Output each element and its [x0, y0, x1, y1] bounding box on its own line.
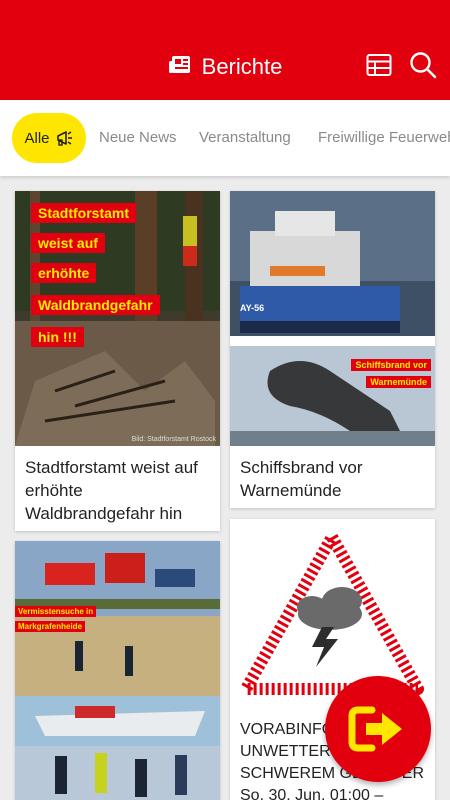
news-card-caption-4: So. 30. Jun. 01:00 –: [240, 787, 384, 800]
image-credit: Bild: Stadtforstamt Rostock: [131, 436, 216, 443]
category-tabs: Alle Neue News Veranstaltung Freiwillige…: [0, 100, 450, 176]
news-card-image: [230, 519, 435, 709]
app-bar-actions: [364, 50, 438, 80]
page-title: Berichte: [201, 54, 283, 79]
newspaper-icon: [168, 54, 192, 81]
overlay-line: Warnemünde: [366, 376, 431, 388]
tab-alle-label: Alle: [24, 129, 50, 147]
search-icon[interactable]: [408, 50, 438, 80]
news-card[interactable]: Stadtforstamt weist auf erhöhte Waldbran…: [15, 191, 220, 531]
tab-freiwillige-feuerwehr[interactable]: Freiwillige Feuerwehr: [318, 129, 450, 146]
news-card-caption: Schiffsbrand vor Warnemünde: [240, 458, 363, 500]
news-card-caption: Stadtforstamt weist auf erhöhte Waldbran…: [25, 458, 198, 523]
overlay-line: Vermisstensuche in: [15, 606, 97, 617]
overlay-line: weist auf: [31, 233, 105, 253]
news-card-image: Stadtforstamt weist auf erhöhte Waldbran…: [15, 191, 220, 446]
news-card[interactable]: Vermisstensuche in Markgrafenheide: [15, 541, 220, 800]
overlay-line: Waldbrandgefahr: [31, 295, 160, 315]
overlay-line: erhöhte: [31, 263, 97, 283]
table-view-icon[interactable]: [364, 50, 394, 80]
news-card-image: Vermisstensuche in Markgrafenheide: [15, 541, 220, 800]
logout-button[interactable]: [325, 676, 431, 782]
tab-neue-news[interactable]: Neue News: [99, 129, 177, 146]
overlay-line: hin !!!: [31, 327, 84, 347]
overlay-line: Schiffsbrand vor: [351, 359, 431, 371]
tab-veranstaltung[interactable]: Veranstaltung: [199, 129, 291, 146]
boat-id-text: AY-56: [240, 303, 265, 313]
app-bar: Berichte: [0, 0, 450, 100]
overlay-line: Stadtforstamt: [31, 203, 137, 223]
news-card[interactable]: AY-56 Schiffsbrand vor Warnemünde Schiff…: [230, 191, 435, 508]
news-card-image: AY-56 Schiffsbrand vor Warnemünde: [230, 191, 435, 446]
tab-alle[interactable]: Alle: [12, 113, 86, 163]
logout-icon: [348, 706, 402, 752]
megaphone-icon: [56, 131, 72, 146]
overlay-line: Markgrafenheide: [15, 621, 86, 632]
